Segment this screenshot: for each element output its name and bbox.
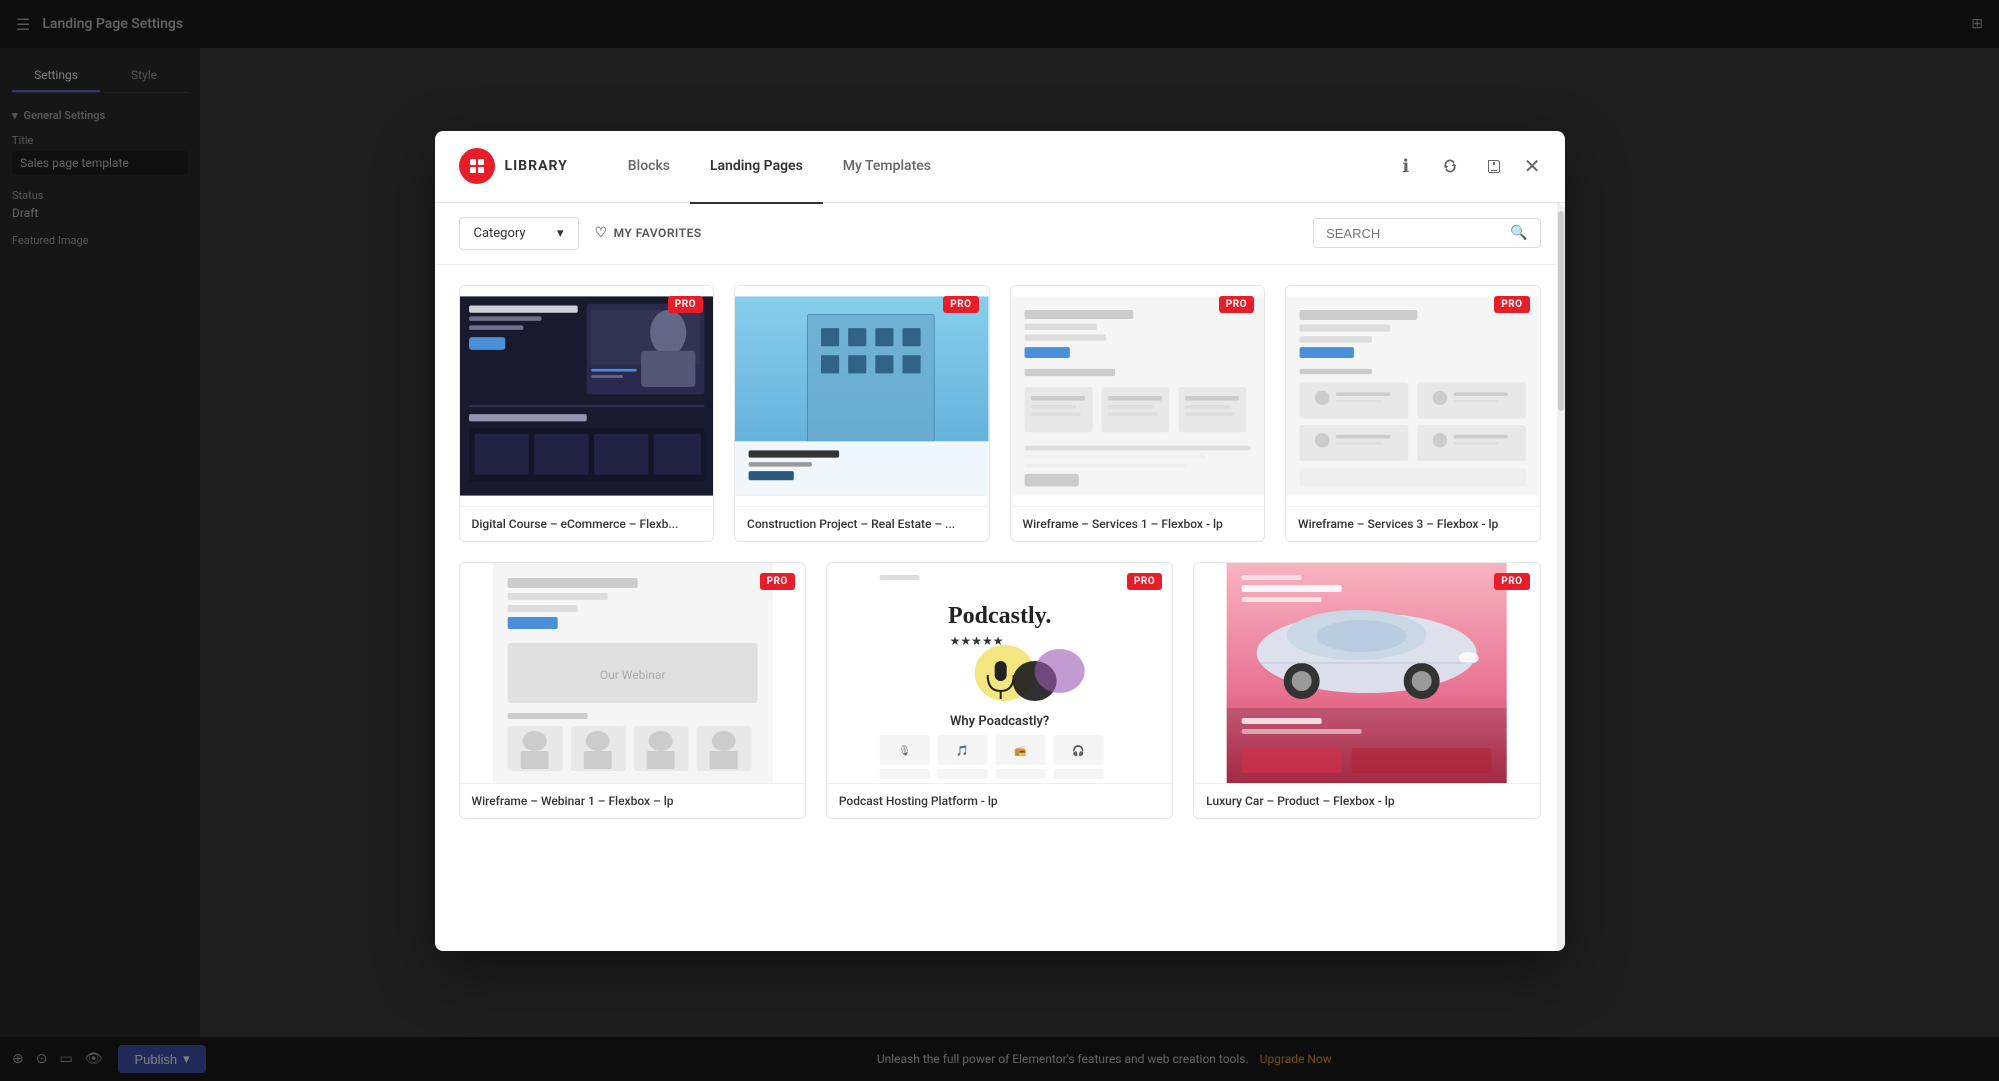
template-card-wireframe1[interactable]: PRO Wireframe – Services 1 – Flexbox - l…: [1010, 285, 1266, 542]
template-card-image: PRO: [1194, 563, 1539, 783]
template-card-title: Wireframe – Webinar 1 – Flexbox – lp: [460, 783, 805, 818]
template-card-title: Construction Project – Real Estate – ...: [735, 506, 989, 541]
template-card-construction[interactable]: PRO Construction Project – Real Estate –…: [734, 285, 990, 542]
category-dropdown[interactable]: Category ▾: [459, 217, 579, 250]
svg-text:Our Webinar: Our Webinar: [599, 668, 665, 682]
close-button[interactable]: ✕: [1524, 154, 1541, 178]
templates-row-2: Our Webinar: [459, 562, 1541, 819]
chevron-down-icon: ▾: [557, 226, 564, 241]
library-icon: [459, 148, 495, 184]
info-icon[interactable]: ℹ: [1392, 152, 1420, 180]
template-card-image: PRO: [735, 286, 989, 506]
modal-overlay: LIBRARY Blocks Landing Pages My Template…: [0, 0, 1999, 1081]
library-modal: LIBRARY Blocks Landing Pages My Template…: [435, 131, 1565, 951]
library-title: LIBRARY: [505, 158, 568, 174]
template-card-luxury-car[interactable]: PRO Luxury Car – Product – Flexbox - lp: [1193, 562, 1540, 819]
save-icon[interactable]: [1480, 152, 1508, 180]
svg-text:Podcastly.: Podcastly.: [948, 603, 1051, 629]
pro-badge: PRO: [1127, 573, 1162, 590]
modal-header: LIBRARY Blocks Landing Pages My Template…: [435, 131, 1565, 203]
svg-text:Why Poadcastly?: Why Poadcastly?: [950, 714, 1049, 729]
search-area[interactable]: 🔍: [1313, 218, 1540, 248]
tab-blocks[interactable]: Blocks: [608, 150, 690, 182]
modal-header-actions: ℹ ✕: [1392, 152, 1541, 180]
template-card-image: Our Webinar: [460, 563, 805, 783]
template-card-title: Luxury Car – Product – Flexbox - lp: [1194, 783, 1539, 818]
template-card-title: Wireframe – Services 1 – Flexbox - lp: [1011, 506, 1265, 541]
template-card-webinar[interactable]: Our Webinar: [459, 562, 806, 819]
refresh-icon[interactable]: [1436, 152, 1464, 180]
template-card-image: PRO: [460, 286, 714, 506]
library-logo: LIBRARY: [459, 148, 568, 184]
template-card-image: PRO: [1286, 286, 1540, 506]
pro-badge: PRO: [668, 296, 703, 313]
svg-text:★★★★★: ★★★★★: [949, 634, 1003, 648]
pro-badge: PRO: [1494, 296, 1529, 313]
search-icon: 🔍: [1510, 225, 1527, 241]
search-input[interactable]: [1326, 226, 1502, 241]
svg-text:🎵: 🎵: [956, 745, 968, 757]
favorites-button[interactable]: ♡ MY FAVORITES: [595, 225, 702, 241]
template-card-podcast[interactable]: Podcastly. ★★★★★: [826, 562, 1173, 819]
pro-badge: PRO: [943, 296, 978, 313]
svg-text:🎙: 🎙: [898, 745, 911, 757]
tab-landing-pages[interactable]: Landing Pages: [690, 150, 823, 182]
template-card-title: Wireframe – Services 3 – Flexbox - lp: [1286, 506, 1540, 541]
tab-my-templates[interactable]: My Templates: [823, 150, 951, 182]
templates-row-1: PRO Digital Course – eCommerce – Flexb..…: [459, 285, 1541, 542]
template-card-title: Digital Course – eCommerce – Flexb...: [460, 506, 714, 541]
svg-text:🎧: 🎧: [1072, 744, 1084, 757]
heart-icon: ♡: [595, 225, 608, 241]
pro-badge: PRO: [1219, 296, 1254, 313]
template-card-image: PRO: [1011, 286, 1265, 506]
template-card-digital-course[interactable]: PRO Digital Course – eCommerce – Flexb..…: [459, 285, 715, 542]
template-card-title: Podcast Hosting Platform - lp: [827, 783, 1172, 818]
svg-text:📻: 📻: [1014, 745, 1026, 757]
modal-tabs: Blocks Landing Pages My Templates: [608, 150, 1392, 182]
pro-badge: PRO: [1494, 573, 1529, 590]
scrollbar-thumb[interactable]: [1558, 211, 1564, 411]
modal-content: PRO Digital Course – eCommerce – Flexb..…: [435, 265, 1565, 951]
pro-badge: PRO: [760, 573, 795, 590]
template-card-wireframe3[interactable]: PRO Wireframe – Services 3 – Flexbox - l…: [1285, 285, 1541, 542]
scrollbar-track: [1557, 203, 1565, 951]
modal-toolbar: Category ▾ ♡ MY FAVORITES 🔍: [435, 203, 1565, 265]
template-card-image: Podcastly. ★★★★★: [827, 563, 1172, 783]
